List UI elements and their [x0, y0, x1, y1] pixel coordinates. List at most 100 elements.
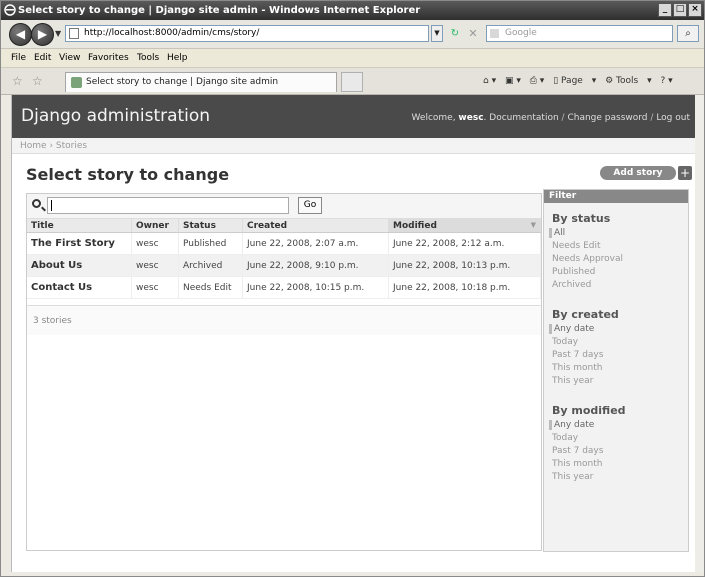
tab-current[interactable]: Select story to change | Django site adm… [65, 72, 337, 92]
page-icon [69, 28, 79, 39]
tab-bar: ☆ ☆ Select story to change | Django site… [1, 68, 704, 95]
browser-window: Select story to change | Django site adm… [0, 0, 705, 577]
command-bar: ⌂ ▾ ▣ ▾ ⎙ ▾ ▯ Page ▾ ⚙ Tools ▾ ? ▾ [483, 73, 679, 89]
page-content: Django administration Welcome, wesc. Doc… [11, 95, 697, 572]
logout-link[interactable]: Log out [656, 113, 690, 123]
add-story-button[interactable]: Add story [600, 166, 676, 180]
filter-option[interactable]: Archived [552, 280, 591, 290]
filter-option[interactable]: This year [552, 376, 593, 386]
vertical-scrollbar[interactable] [695, 95, 704, 572]
tab-title: Select story to change | Django site adm… [86, 77, 279, 87]
menu-bar: File Edit View Favorites Tools Help [1, 49, 704, 68]
column-header-owner[interactable]: Owner [131, 219, 179, 233]
filter-panel: Filter By status All Needs Edit Needs Ap… [543, 189, 689, 552]
minimize-button[interactable]: _ [658, 3, 672, 17]
filter-option[interactable]: Today [552, 433, 578, 443]
forward-button[interactable]: ▶ [31, 23, 54, 46]
add-favorite-icon[interactable]: ☆ [32, 74, 43, 88]
created-cell: June 22, 2008, 2:07 a.m. [242, 232, 389, 255]
recent-pages-dropdown-icon[interactable]: ▼ [55, 29, 61, 38]
feeds-icon[interactable]: ▣ ▾ [505, 73, 521, 89]
column-header-created[interactable]: Created [242, 219, 389, 233]
page-title: Select story to change [26, 165, 230, 184]
modified-cell: June 22, 2008, 10:13 p.m. [388, 254, 541, 277]
filter-option[interactable]: Past 7 days [552, 350, 603, 360]
web-search-input[interactable]: Google [486, 25, 673, 42]
back-button[interactable]: ◀ [9, 23, 32, 46]
modified-cell: June 22, 2008, 10:18 p.m. [388, 276, 541, 299]
owner-cell: wesc [131, 232, 179, 255]
filter-option[interactable]: This month [552, 363, 602, 373]
search-bar: Go [27, 194, 541, 219]
menu-help[interactable]: Help [167, 49, 188, 67]
modified-cell: June 22, 2008, 2:12 a.m. [388, 232, 541, 255]
created-cell: June 22, 2008, 9:10 p.m. [242, 254, 389, 277]
address-toolbar: ◀ ▶ ▼ http://localhost:8000/admin/cms/st… [1, 20, 704, 49]
menu-edit[interactable]: Edit [34, 49, 51, 67]
username: wesc [458, 113, 484, 123]
sort-desc-icon: ▼ [530, 220, 536, 229]
menu-file[interactable]: File [11, 49, 26, 67]
tools-menu[interactable]: ⚙ Tools ▾ [605, 73, 652, 89]
search-icon [32, 199, 41, 208]
close-button[interactable]: × [688, 3, 702, 17]
filter-option[interactable]: All [549, 228, 565, 238]
home-icon[interactable]: ⌂ ▾ [483, 73, 496, 89]
user-tools: Welcome, wesc. Documentation / Change pa… [411, 113, 690, 123]
add-plus-icon[interactable]: + [678, 166, 692, 180]
django-header: Django administration Welcome, wesc. Doc… [12, 95, 696, 138]
breadcrumb[interactable]: Home › Stories [12, 138, 696, 154]
search-input[interactable] [47, 197, 289, 214]
filter-group-status: By status [552, 212, 611, 225]
status-cell: Needs Edit [178, 276, 243, 299]
filter-option[interactable]: Needs Edit [552, 241, 601, 251]
address-dropdown-button[interactable]: ▼ [431, 25, 443, 42]
status-cell: Archived [178, 254, 243, 277]
print-icon[interactable]: ⎙ ▾ [530, 73, 545, 89]
ie-logo-icon [4, 4, 16, 16]
filter-option[interactable]: Published [552, 267, 595, 277]
story-link[interactable]: About Us [31, 260, 82, 271]
filter-option[interactable]: Any date [549, 420, 594, 430]
refresh-icon[interactable]: ↻ [447, 26, 463, 41]
window-controls: _ □ × [658, 3, 702, 17]
story-link[interactable]: Contact Us [31, 282, 92, 293]
new-tab-button[interactable] [341, 72, 363, 92]
column-header-modified[interactable]: Modified ▼ [388, 219, 541, 233]
web-search-placeholder: Google [505, 28, 537, 38]
django-favicon-icon [71, 77, 82, 88]
address-field[interactable]: http://localhost:8000/admin/cms/story/ [65, 25, 429, 42]
changelist: Go Title Owner Status Created Modified ▼ … [26, 193, 542, 551]
stop-icon[interactable]: ✕ [466, 26, 480, 41]
column-header-title[interactable]: Title [27, 219, 132, 233]
results-table: Title Owner Status Created Modified ▼ The… [27, 219, 541, 299]
filter-option[interactable]: This month [552, 459, 602, 469]
created-cell: June 22, 2008, 10:15 p.m. [242, 276, 389, 299]
title-bar: Select story to change | Django site adm… [1, 1, 704, 20]
result-count: 3 stories [27, 305, 541, 335]
filter-option[interactable]: This year [552, 472, 593, 482]
page-menu[interactable]: ▯ Page ▾ [553, 73, 596, 89]
site-title: Django administration [21, 106, 211, 126]
column-header-status[interactable]: Status [178, 219, 243, 233]
search-provider-icon [490, 29, 499, 38]
table-row: About Us wesc Archived June 22, 2008, 9:… [27, 254, 541, 277]
filter-option[interactable]: Past 7 days [552, 446, 603, 456]
table-row: Contact Us wesc Needs Edit June 22, 2008… [27, 276, 541, 299]
help-icon[interactable]: ? ▾ [660, 73, 672, 89]
menu-view[interactable]: View [59, 49, 80, 67]
table-row: The First Story wesc Published June 22, … [27, 232, 541, 255]
filter-option[interactable]: Needs Approval [552, 254, 623, 264]
go-button[interactable]: Go [298, 197, 322, 214]
menu-tools[interactable]: Tools [137, 49, 159, 67]
favorites-star-icon[interactable]: ☆ [12, 74, 23, 88]
change-password-link[interactable]: Change password [567, 113, 647, 123]
address-text: http://localhost:8000/admin/cms/story/ [84, 28, 260, 38]
story-link[interactable]: The First Story [31, 238, 115, 249]
web-search-button[interactable]: ⌕ [677, 25, 699, 42]
filter-option[interactable]: Any date [549, 324, 594, 334]
menu-favorites[interactable]: Favorites [88, 49, 129, 67]
maximize-button[interactable]: □ [673, 3, 687, 17]
filter-option[interactable]: Today [552, 337, 578, 347]
documentation-link[interactable]: Documentation [489, 113, 558, 123]
